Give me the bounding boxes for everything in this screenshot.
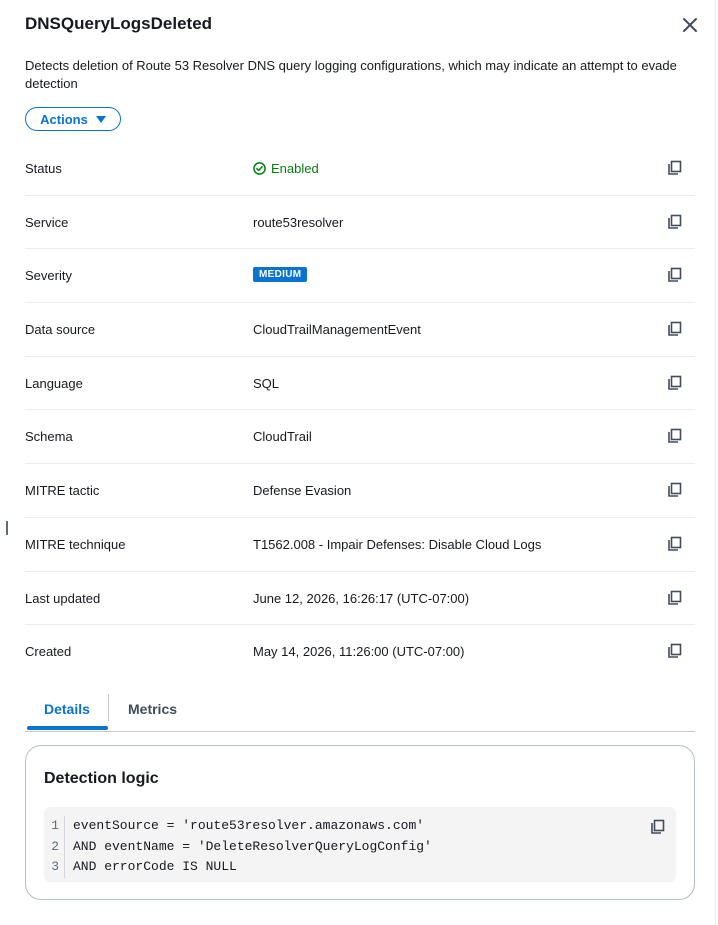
code-line: 3 AND errorCode IS NULL bbox=[44, 857, 432, 878]
detail-value: route53resolver bbox=[253, 214, 344, 230]
code-lines: 1 eventSource = 'route53resolver.amazona… bbox=[44, 816, 432, 878]
copy-icon bbox=[668, 429, 682, 444]
copy-icon bbox=[668, 214, 682, 229]
detail-label: Status bbox=[25, 161, 62, 176]
tab-metrics[interactable]: Metrics bbox=[128, 701, 177, 717]
details-list: Status Enabled Service route53resolver S… bbox=[25, 142, 695, 679]
copy-icon bbox=[668, 375, 682, 390]
tab-divider bbox=[108, 694, 109, 721]
detail-row-severity: Severity MEDIUM bbox=[25, 249, 695, 304]
copy-icon bbox=[668, 160, 682, 175]
copy-icon bbox=[668, 643, 682, 658]
detail-value: T1562.008 - Impair Defenses: Disable Clo… bbox=[253, 536, 542, 552]
copy-icon bbox=[668, 268, 682, 283]
copy-button[interactable] bbox=[666, 590, 682, 606]
copy-button[interactable] bbox=[666, 160, 682, 176]
copy-icon bbox=[668, 482, 682, 497]
detail-panel: DNSQueryLogsDeleted Detects deletion of … bbox=[0, 0, 718, 925]
code-block: 1 eventSource = 'route53resolver.amazona… bbox=[44, 807, 676, 882]
copy-button[interactable] bbox=[666, 321, 682, 337]
detail-row-service: Service route53resolver bbox=[25, 196, 695, 250]
copy-button[interactable] bbox=[666, 643, 682, 659]
caret-down-icon bbox=[95, 115, 106, 123]
line-number: 1 bbox=[44, 816, 65, 837]
copy-button[interactable] bbox=[666, 482, 682, 498]
detail-label: MITRE technique bbox=[25, 536, 126, 552]
detail-value: May 14, 2026, 11:26:00 (UTC-07:00) bbox=[253, 644, 465, 660]
detail-row-mitre-tactic: MITRE tactic Defense Evasion bbox=[25, 464, 695, 518]
detail-value: Defense Evasion bbox=[253, 483, 352, 499]
detail-label: MITRE tactic bbox=[25, 483, 100, 499]
detail-label: Service bbox=[25, 214, 69, 230]
detail-label: Language bbox=[25, 375, 83, 391]
copy-button[interactable] bbox=[666, 536, 682, 552]
detail-row-mitre-technique: MITRE technique T1562.008 - Impair Defen… bbox=[25, 518, 695, 572]
code-text: AND eventName = 'DeleteResolverQueryLogC… bbox=[73, 838, 432, 854]
tab-bar: Details Metrics bbox=[25, 692, 695, 732]
actions-label: Actions bbox=[40, 111, 88, 127]
detail-value: June 12, 2026, 16:26:17 (UTC-07:00) bbox=[253, 590, 470, 606]
copy-button[interactable] bbox=[666, 375, 682, 391]
actions-button[interactable]: Actions bbox=[25, 107, 121, 131]
copy-button[interactable] bbox=[666, 267, 682, 283]
close-button[interactable] bbox=[679, 14, 701, 36]
detail-row-data-source: Data source CloudTrailManagementEvent bbox=[25, 303, 695, 357]
detail-label: Data source bbox=[25, 322, 96, 338]
detection-logic-card: Detection logic 1 eventSource = 'route53… bbox=[25, 745, 695, 900]
code-line: 1 eventSource = 'route53resolver.amazona… bbox=[44, 816, 432, 837]
close-icon bbox=[683, 18, 697, 32]
line-number: 2 bbox=[44, 836, 65, 857]
detail-label: Created bbox=[25, 644, 72, 660]
copy-button[interactable] bbox=[666, 214, 682, 230]
copy-icon bbox=[651, 819, 665, 834]
code-text: eventSource = 'route53resolver.amazonaws… bbox=[73, 818, 425, 833]
check-circle-icon bbox=[253, 162, 266, 175]
panel-border bbox=[715, 0, 716, 925]
detail-label: Last updated bbox=[25, 590, 101, 606]
detail-value: CloudTrail bbox=[253, 429, 312, 445]
detection-logic-title: Detection logic bbox=[44, 770, 159, 787]
copy-icon bbox=[668, 321, 682, 336]
panel-description: Detects deletion of Route 53 Resolver DN… bbox=[25, 58, 677, 91]
copy-button[interactable] bbox=[666, 428, 682, 444]
status-text: Enabled bbox=[271, 161, 319, 176]
detail-value: MEDIUM bbox=[253, 267, 308, 283]
panel-title: DNSQueryLogsDeleted bbox=[25, 14, 213, 33]
detail-row-status: Status Enabled bbox=[25, 142, 695, 196]
severity-badge: MEDIUM bbox=[253, 267, 308, 283]
copy-icon bbox=[668, 536, 682, 551]
detail-row-created: Created May 14, 2026, 11:26:00 (UTC-07:0… bbox=[25, 625, 695, 679]
detail-row-last-updated: Last updated June 12, 2026, 16:26:17 (UT… bbox=[25, 572, 695, 626]
detail-value: SQL bbox=[253, 375, 280, 391]
code-text: AND errorCode IS NULL bbox=[73, 859, 237, 874]
code-line: 2 AND eventName = 'DeleteResolverQueryLo… bbox=[44, 836, 432, 857]
detail-row-schema: Schema CloudTrail bbox=[25, 410, 695, 465]
detail-label: Schema bbox=[25, 429, 73, 445]
line-number: 3 bbox=[44, 857, 65, 878]
tab-details[interactable]: Details bbox=[44, 701, 90, 717]
tab-selected-indicator bbox=[27, 726, 108, 730]
detail-row-language: Language SQL bbox=[25, 357, 695, 411]
resize-handle[interactable] bbox=[6, 521, 8, 535]
copy-code-button[interactable] bbox=[649, 819, 665, 835]
detail-value: CloudTrailManagementEvent bbox=[253, 322, 421, 338]
detail-value: Enabled bbox=[253, 161, 319, 176]
detail-label: Severity bbox=[25, 268, 72, 284]
copy-icon bbox=[668, 590, 682, 605]
